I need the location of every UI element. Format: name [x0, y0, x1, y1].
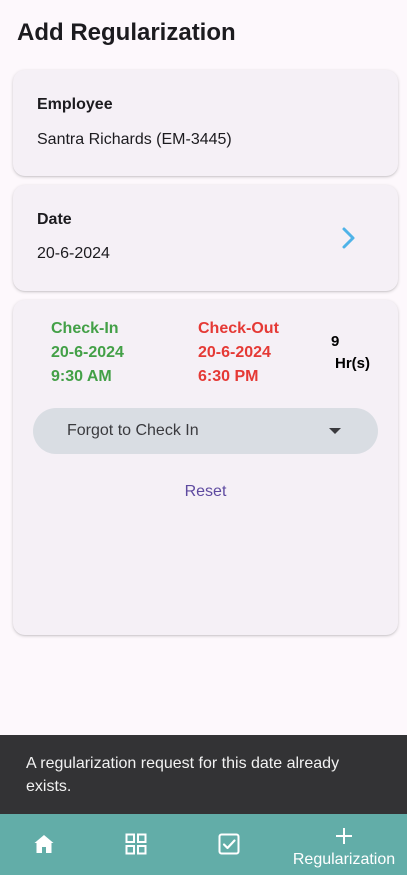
nav-apps[interactable] [113, 814, 159, 875]
date-value: 20-6-2024 [37, 245, 110, 262]
add-regularization-screen: Add Regularization Employee Santra Richa… [0, 0, 407, 875]
employee-value: Santra Richards (EM-3445) [37, 131, 232, 148]
bottom-nav: Regularization [0, 814, 407, 875]
chevron-right-icon[interactable] [340, 226, 358, 250]
duration-unit: Hr(s) [335, 355, 371, 372]
plus-icon [336, 828, 352, 844]
home-icon [34, 835, 54, 853]
check-out-time: 6:30 PM [198, 368, 259, 385]
reason-dropdown-value: Forgot to Check In [67, 422, 199, 439]
nav-home[interactable] [22, 814, 66, 875]
snackbar-message: A regularization request for this date a… [26, 755, 340, 795]
nav-tasks[interactable] [206, 814, 252, 875]
check-out-label: Check-Out [198, 320, 279, 337]
check-in-label: Check-In [51, 320, 119, 337]
nav-regularization[interactable]: Regularization [288, 814, 400, 875]
reason-dropdown[interactable]: Forgot to Check In [33, 408, 378, 454]
caret-down-icon [329, 428, 341, 434]
duration-value: 9 [331, 333, 340, 350]
attendance-card: Check-In 20-6-2024 9:30 AM Check-Out 20-… [13, 300, 398, 635]
reset-button[interactable]: Reset [13, 483, 398, 501]
grid-icon [125, 833, 147, 855]
check-in-date: 20-6-2024 [51, 344, 124, 361]
snackbar: A regularization request for this date a… [0, 735, 407, 814]
checkbox-icon [218, 833, 240, 855]
check-out-column: Check-Out 20-6-2024 6:30 PM [198, 317, 279, 389]
date-picker-card[interactable]: Date 20-6-2024 [13, 185, 398, 291]
nav-regularization-label: Regularization [292, 851, 396, 868]
employee-card: Employee Santra Richards (EM-3445) [13, 70, 398, 176]
duration: 9 Hr(s) [331, 331, 370, 375]
date-label: Date [37, 211, 72, 228]
check-out-date: 20-6-2024 [198, 344, 271, 361]
check-in-time: 9:30 AM [51, 368, 112, 385]
employee-label: Employee [37, 96, 113, 113]
check-in-column: Check-In 20-6-2024 9:30 AM [51, 317, 124, 389]
page-title: Add Regularization [17, 19, 236, 46]
